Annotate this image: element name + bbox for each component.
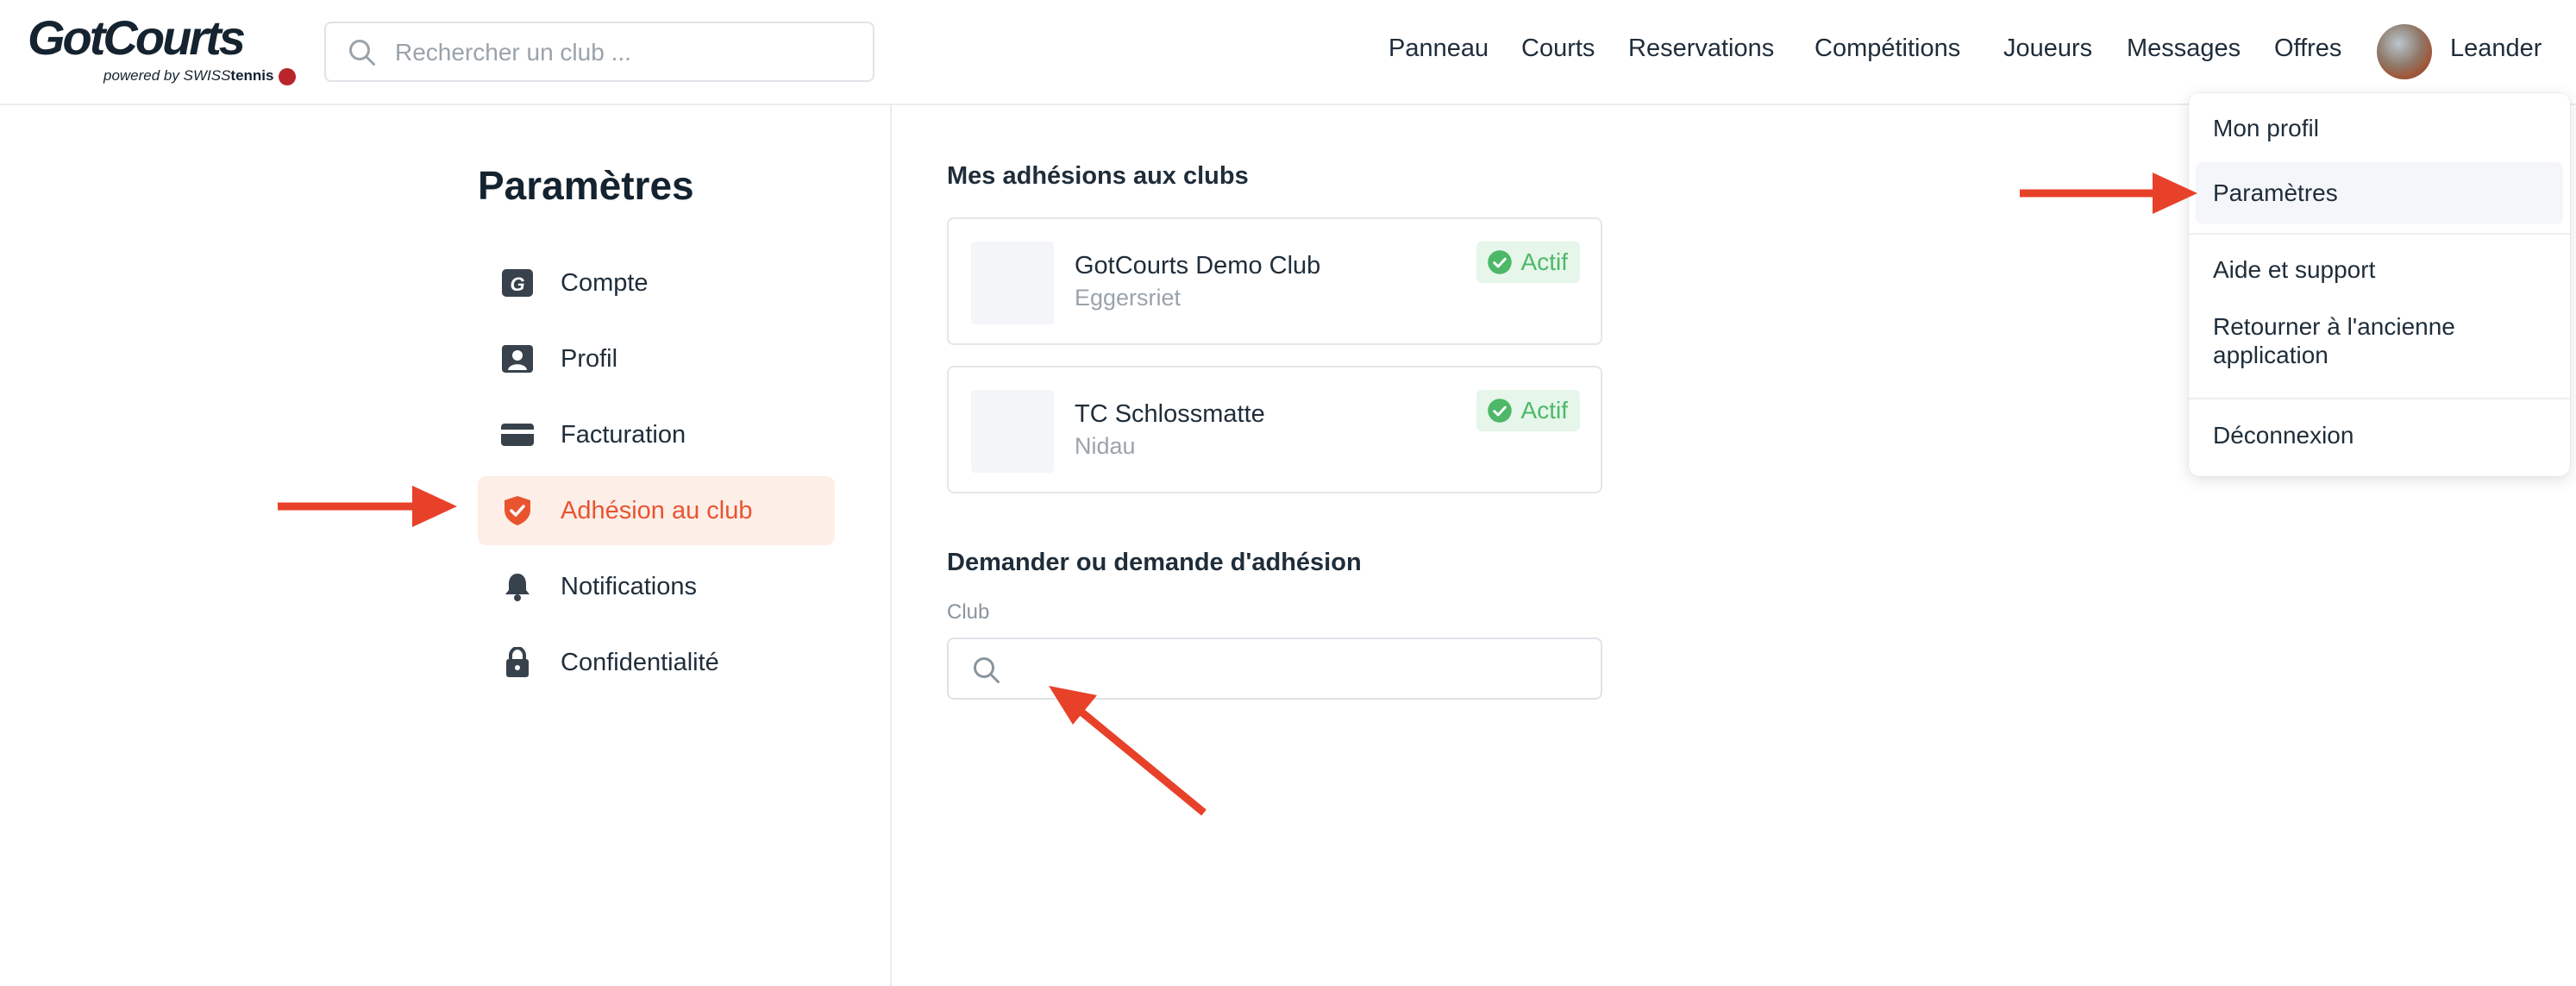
menu-item-label: Déconnexion: [2213, 422, 2354, 449]
nav-reservations[interactable]: Reservations: [1628, 35, 1774, 69]
club-logo-placeholder: [971, 242, 1054, 324]
status-badge-label: Actif: [1520, 397, 1568, 424]
sidebar-item-label: Notifications: [561, 573, 697, 600]
club-field-label: Club: [947, 600, 990, 624]
club-logo-placeholder: [971, 390, 1054, 473]
sidebar-item-notifications[interactable]: Notifications: [478, 552, 835, 621]
club-name: TC Schlossmatte: [1075, 400, 1265, 428]
top-header: GotCourts powered by SWISStennis Panneau…: [0, 0, 2576, 105]
nav-panneau[interactable]: Panneau: [1388, 35, 1489, 69]
memberships-heading: Mes adhésions aux clubs: [947, 162, 1249, 190]
status-badge: Actif: [1476, 242, 1580, 283]
check-circle-icon: [1487, 250, 1512, 274]
arrow-to-parametres: [2020, 173, 2197, 214]
membership-request-heading: Demander ou demande d'adhésion: [947, 549, 1362, 576]
user-menu-name[interactable]: Leander: [2450, 35, 2542, 63]
credit-card-icon: [501, 424, 534, 446]
menu-item-parametres[interactable]: Paramètres: [2196, 162, 2563, 224]
status-badge-label: Actif: [1520, 248, 1568, 275]
sidebar-item-label: Profil: [561, 345, 618, 373]
account-g-icon: G: [502, 269, 533, 297]
club-search-input[interactable]: [395, 35, 843, 70]
nav-offres[interactable]: Offres: [2274, 35, 2341, 69]
sidebar-item-confidentialite[interactable]: Confidentialité: [478, 628, 835, 697]
check-circle-icon: [1487, 399, 1512, 423]
nav-messages[interactable]: Messages: [2127, 35, 2241, 69]
sidebar-item-compte[interactable]: G Compte: [478, 248, 835, 317]
shield-check-icon: [505, 496, 530, 525]
sidebar-item-profil[interactable]: Profil: [478, 324, 835, 393]
sidebar-item-facturation[interactable]: Facturation: [478, 400, 835, 469]
profile-card-icon: [502, 345, 533, 373]
menu-item-ancienne-application[interactable]: Retourner à l'ancienne application: [2196, 304, 2563, 380]
menu-item-mon-profil[interactable]: Mon profil: [2196, 100, 2563, 157]
logo-tagline: powered by SWISStennis: [103, 67, 297, 85]
club-card[interactable]: TC Schlossmatte Nidau Actif: [947, 366, 1602, 493]
lock-icon: [506, 647, 529, 677]
search-icon: [974, 657, 1000, 683]
club-name: GotCourts Demo Club: [1075, 252, 1321, 279]
bell-icon: [505, 574, 530, 601]
club-city: Nidau: [1075, 433, 1136, 459]
user-avatar[interactable]: [2377, 24, 2432, 79]
gotcourts-logo[interactable]: GotCourts powered by SWISStennis: [28, 10, 297, 91]
arrow-to-club-search: [1049, 686, 1207, 816]
search-icon: [349, 40, 375, 66]
club-search-box[interactable]: [324, 22, 874, 82]
club-card[interactable]: GotCourts Demo Club Eggersriet Actif: [947, 217, 1602, 345]
menu-item-label: Aide et support: [2213, 256, 2376, 283]
sidebar-item-label: Compte: [561, 269, 649, 297]
tennis-ball-icon: [279, 67, 297, 85]
nav-joueurs[interactable]: Joueurs: [2003, 35, 2092, 69]
club-request-search-input[interactable]: [1018, 651, 1578, 686]
sidebar-divider: [890, 105, 892, 986]
sidebar-item-label: Facturation: [561, 421, 686, 449]
nav-courts[interactable]: Courts: [1521, 35, 1595, 69]
menu-divider: [2189, 398, 2570, 399]
arrow-to-adhesion: [278, 486, 457, 527]
nav-competitions[interactable]: Compétitions: [1814, 35, 1960, 69]
menu-item-aide-et-support[interactable]: Aide et support: [2196, 240, 2563, 300]
menu-item-label: Paramètres: [2213, 179, 2338, 206]
logo-tagline-swiss: SWISS: [183, 67, 231, 84]
club-city: Eggersriet: [1075, 285, 1181, 311]
menu-divider: [2189, 233, 2570, 235]
logo-tagline-prefix: powered by: [103, 67, 184, 84]
sidebar-item-adhesion-au-club[interactable]: Adhésion au club: [478, 476, 835, 545]
menu-item-label: Retourner à l'ancienne application: [2213, 313, 2455, 368]
logo-wordmark: GotCourts: [28, 10, 246, 65]
logo-tagline-tennis: tennis: [230, 67, 274, 84]
status-badge: Actif: [1476, 390, 1580, 431]
menu-item-label: Mon profil: [2213, 115, 2319, 141]
user-dropdown-menu: Mon profil Paramètres Aide et support Re…: [2189, 93, 2570, 476]
page-title: Paramètres: [478, 163, 694, 208]
menu-item-deconnexion[interactable]: Déconnexion: [2196, 405, 2563, 466]
sidebar-item-label: Confidentialité: [561, 649, 719, 676]
club-request-search-box[interactable]: [947, 637, 1602, 700]
sidebar-item-label: Adhésion au club: [561, 497, 753, 524]
svg-text:G: G: [510, 273, 524, 295]
